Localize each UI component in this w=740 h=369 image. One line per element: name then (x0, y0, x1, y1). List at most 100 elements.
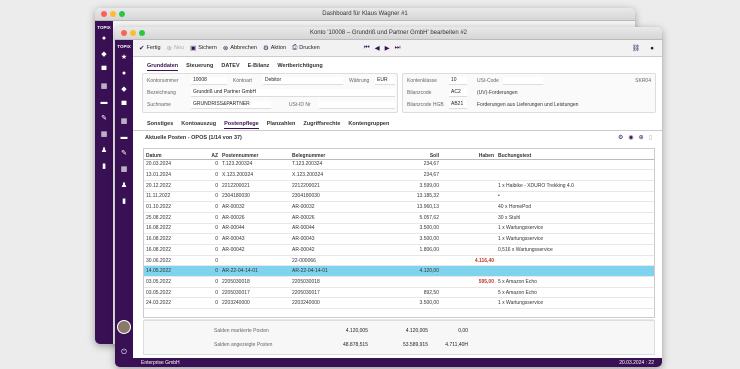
chart-icon[interactable]: ▮ (95, 158, 113, 174)
drucken-button[interactable]: ⎙ Drucken (292, 44, 320, 52)
table-cell (441, 159, 496, 171)
tab-postenpflege[interactable]: Postenpflege (224, 120, 259, 129)
table-cell: AR-22-04-14-01 (290, 265, 365, 278)
user-icon[interactable]: ● (650, 45, 654, 52)
col-haben[interactable]: Haben (441, 149, 496, 160)
table-cell: 2212200021 (220, 180, 290, 192)
table-row[interactable]: 24.03.2022 0 2203240000 2203240000 3.500,00 1… (144, 297, 654, 310)
account-title: Konto '10008 – Grundriß und Partner GmbH… (309, 30, 468, 36)
account-window: Konto '10008 – Grundriß und Partner GmbH… (115, 27, 662, 367)
cart-icon[interactable]: ▀ (115, 97, 133, 113)
list-icon[interactable]: ▬ (95, 94, 113, 110)
table-row[interactable]: 16.08.2022 0 AR-00044 AR-00044 3.500,00 1 x W… (144, 223, 654, 235)
eye-icon[interactable]: ◉ (628, 134, 633, 141)
col-soll[interactable]: Soll (365, 149, 441, 160)
chat-icon[interactable]: ● (95, 30, 113, 46)
bezeichnung-field[interactable]: Grundriß und Partner GmbH (191, 89, 395, 97)
chat-icon[interactable]: ● (115, 65, 133, 81)
tab-planzahlen[interactable]: Planzahlen (267, 120, 296, 129)
table-row[interactable]: 25.08.2022 0 AR-00026 AR-00026 5.057,62 30 x … (144, 212, 654, 224)
fertig-button[interactable]: ✔ Fertig (139, 44, 161, 52)
wrench-icon[interactable]: ✎ (95, 110, 113, 126)
list-icon[interactable]: ▬ (115, 129, 133, 145)
table-row[interactable]: 30.06.2022 0 22-000066 4.116,40 (144, 255, 654, 267)
table-row[interactable]: 13.01.2024 0 X.123.200324 X.123.200324 234,6… (144, 169, 654, 181)
tab-datev[interactable]: DATEV (221, 62, 239, 71)
suchname-field[interactable]: GRUNDRISS&PARTNER (191, 101, 271, 109)
table-cell: T.123.200324 (290, 159, 365, 171)
next-record-icon[interactable]: ▶ (385, 44, 390, 52)
grid-icon[interactable]: ▦ (115, 161, 133, 177)
tab-kontengruppen[interactable]: Kontengruppen (348, 120, 389, 129)
table-row[interactable]: 14.05.2022 0 AR-22-04-14-01 AR-22-04-14-01 4… (144, 265, 654, 278)
col-datum[interactable]: Datum (144, 149, 194, 160)
sidebar: TOPIX ★ ● ◆ ▀ ▦ ▬ ✎ ▦ ♟ ▮ ⏻ (115, 40, 133, 367)
aktion-button[interactable]: ⚙ Aktion (263, 44, 286, 52)
tab-zugriffsrechte[interactable]: Zugriffsrechte (303, 120, 340, 129)
table-cell (441, 297, 496, 310)
first-record-icon[interactable]: ⏮ (364, 44, 370, 52)
col-postennummer[interactable]: Postennummer (220, 149, 290, 160)
ustid-field[interactable] (319, 101, 395, 109)
bilanzcode-field[interactable]: AC2 (449, 89, 467, 97)
grid-icon[interactable]: ▦ (95, 126, 113, 142)
col-buchungstext[interactable]: Buchungstext (496, 149, 654, 160)
gear-icon[interactable]: ⚙ (618, 134, 623, 141)
marked-saldo: 0,00 (458, 328, 468, 334)
kontoart-select[interactable]: Debitor (263, 77, 343, 85)
table-cell: 16.08.2022 (144, 244, 194, 256)
table-row[interactable]: 03.05.2022 0 2205030018 2205030018 595,00 5 x… (144, 276, 654, 288)
tab-grunddaten[interactable]: Grunddaten (147, 62, 179, 71)
neu-button[interactable]: ⊕ Neu (167, 44, 185, 52)
cube-icon[interactable]: ◆ (95, 46, 113, 62)
kontonummer-field[interactable]: 10008 (191, 77, 227, 85)
trash-icon[interactable]: ▯ (649, 134, 652, 141)
col-belegnummer[interactable]: Belegnummer (290, 149, 365, 160)
chart-icon[interactable]: ▮ (115, 193, 133, 209)
waehrung-field[interactable]: EUR (375, 77, 395, 85)
star-icon[interactable]: ★ (115, 49, 133, 65)
table-row[interactable]: 11.11.2022 0 2304180030 2304180030 13.185,32… (144, 191, 654, 203)
table-cell (220, 255, 290, 267)
ustcode-field[interactable] (503, 77, 543, 85)
table-cell: 1.806,00 (365, 244, 441, 256)
link-icon[interactable]: ⛓ (632, 44, 640, 52)
kontenklasse-field[interactable]: 10 (449, 77, 467, 85)
ustcode-label: USt-Code (477, 78, 499, 84)
toolbar-right: ⛓ ● (632, 44, 654, 53)
table-row[interactable]: 03.05.2022 0 2205030017 2205030017 892,50 5 x… (144, 287, 654, 299)
tab-wertberichtigung[interactable]: Wertberichtigung (277, 62, 322, 71)
add-icon[interactable]: ⊕ (639, 134, 644, 141)
abbrechen-button[interactable]: ⊗ Abbrechen (223, 44, 257, 52)
table-row[interactable]: 20.03.2024 0 T.123.200324 T.123.200324 234,6… (144, 159, 654, 171)
table-cell (441, 308, 496, 320)
building-icon[interactable]: ▦ (95, 78, 113, 94)
col-az[interactable]: AZ (194, 149, 220, 160)
divider (133, 130, 662, 131)
table-row[interactable]: 20.12.2022 0 2212200021 2212200021 3.599,00 1… (144, 180, 654, 192)
tab-ebilanz[interactable]: E-Bilanz (248, 62, 270, 71)
prev-record-icon[interactable]: ◀ (375, 44, 380, 52)
last-record-icon[interactable]: ⏭ (395, 44, 401, 52)
shown-label: Salden angezeigte Posten (214, 342, 273, 348)
table-row[interactable]: 16.08.2022 0 AR-00042 AR-00042 1.806,00 0,516… (144, 244, 654, 256)
table-row[interactable]: 16.08.2022 0 AR-00043 AR-00043 3.500,00 1 x W… (144, 233, 654, 245)
people-icon[interactable]: ♟ (115, 177, 133, 193)
tab-kontoauszug[interactable]: Kontoauszug (181, 120, 216, 129)
tab-steuerung[interactable]: Steuerung (186, 62, 213, 71)
people-icon[interactable]: ♟ (95, 142, 113, 158)
cart-icon[interactable]: ▀ (95, 62, 113, 78)
table-row[interactable]: 01.10.2022 0 AR-00032 AR-00032 13.960,13 40 x… (144, 201, 654, 213)
table-cell (290, 308, 365, 320)
tab-sonstiges[interactable]: Sonstiges (147, 120, 173, 129)
table-cell: 30.06.2022 (144, 255, 194, 267)
avatar[interactable] (117, 320, 131, 334)
bilanzhgb-field[interactable]: AB21 (449, 101, 467, 109)
table-cell: 892,50 (365, 287, 441, 299)
cube-icon[interactable]: ◆ (115, 81, 133, 97)
totals-panel: Salden markierte Posten 4.120,005 4.120,… (143, 320, 655, 355)
table-cell (441, 287, 496, 299)
sichern-button[interactable]: ▣ Sichern (190, 44, 217, 52)
building-icon[interactable]: ▦ (115, 113, 133, 129)
wrench-icon[interactable]: ✎ (115, 145, 133, 161)
